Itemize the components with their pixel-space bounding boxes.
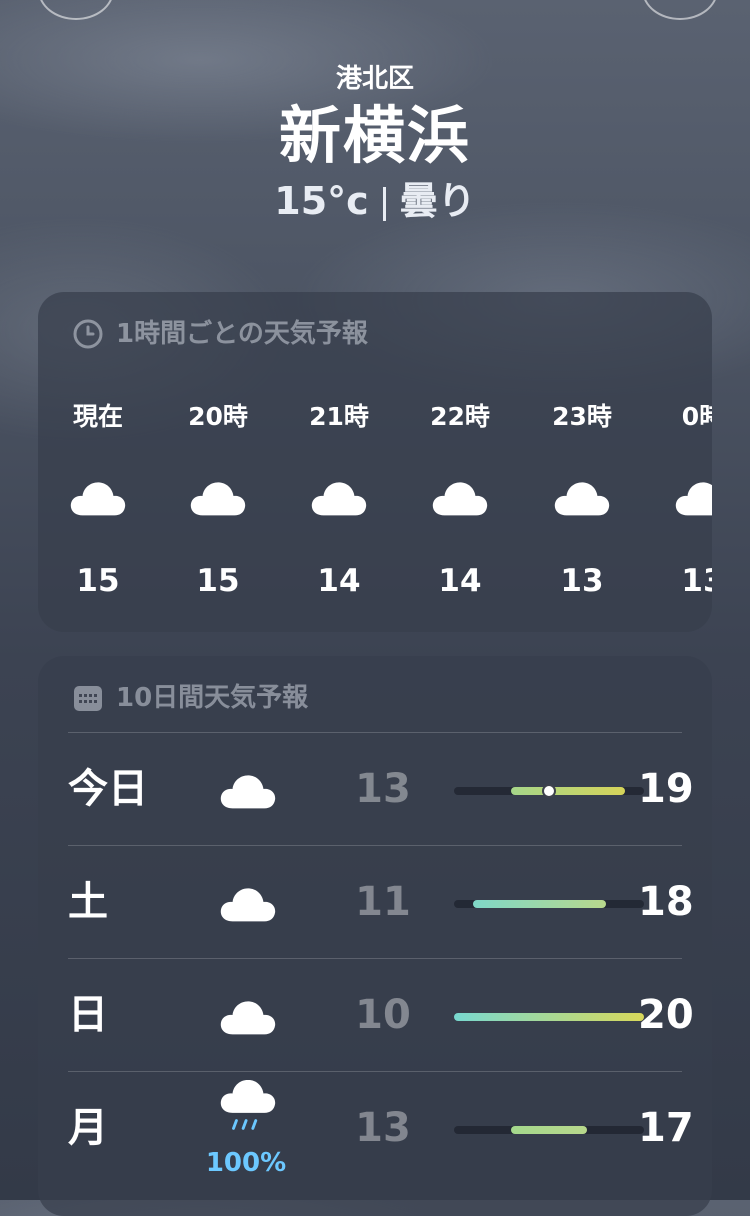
low-temperature: 10 — [355, 992, 411, 1038]
hour-temperature: 14 — [438, 563, 482, 599]
temperature-range-fill — [454, 1013, 644, 1021]
calendar-icon — [74, 686, 102, 711]
hour-label: 0時 — [681, 402, 712, 431]
hour-temperature: 15 — [196, 563, 240, 599]
low-temperature: 11 — [355, 879, 411, 925]
day-label: 月 — [68, 1105, 108, 1151]
daily-forecast-header: 10日間天気予報 — [72, 678, 308, 718]
hour-temperature: 13 — [560, 563, 604, 599]
hour-label: 23時 — [552, 402, 612, 431]
hourly-item: 0時 13 — [643, 392, 712, 606]
current-temperature: 15°c — [274, 179, 369, 223]
hour-label: 現在 — [72, 402, 123, 431]
hour-icon-wrap — [522, 462, 642, 532]
daily-forecast-panel[interactable]: 10日間天気予報 今日 13 19 土 11 18 日 10 20 月 100% 13 17 — [38, 656, 712, 1216]
day-label: 今日 — [68, 766, 148, 812]
location-header: 港北区 新横浜 15°c 曇り — [0, 62, 750, 226]
hour-temperature: 13 — [681, 563, 712, 599]
day-icon-wrap — [218, 991, 278, 1041]
high-temperature: 17 — [638, 1105, 694, 1151]
map-button[interactable] — [38, 0, 114, 20]
rain-cloud-icon — [220, 1080, 276, 1130]
hourly-item: 20時 15 — [158, 392, 278, 606]
hourly-item: 22時 14 — [400, 392, 520, 606]
temperature-range-fill — [511, 787, 625, 795]
hourly-item: 21時 14 — [279, 392, 399, 606]
day-icon-wrap — [218, 878, 278, 928]
hour-icon-wrap — [643, 462, 712, 532]
daily-row[interactable]: 今日 13 19 — [68, 732, 694, 845]
daily-row[interactable]: 月 100% 13 17 — [68, 1071, 694, 1184]
hourly-item: 現在 15 — [38, 392, 158, 606]
cloud-icon — [70, 482, 126, 516]
hourly-list[interactable]: 現在 15 20時 15 21時 14 22時 14 23時 13 0時 13 — [38, 392, 712, 622]
current-temperature-dot — [542, 784, 556, 798]
hour-label: 22時 — [430, 402, 490, 431]
current-condition: 曇り — [399, 179, 476, 223]
temperature-range-bar — [454, 900, 644, 908]
cloud-icon — [311, 482, 367, 516]
daily-row[interactable]: 日 10 20 — [68, 958, 694, 1071]
hour-icon-wrap — [38, 462, 158, 532]
hour-label: 20時 — [188, 402, 248, 431]
day-icon-wrap — [218, 765, 278, 815]
temperature-range-bar — [454, 1013, 644, 1021]
temperature-range-bar — [454, 1126, 644, 1134]
hour-temperature: 14 — [317, 563, 361, 599]
ward-name: 港北区 — [335, 64, 414, 94]
low-temperature: 13 — [355, 1105, 411, 1151]
temperature-range-fill — [511, 1126, 587, 1134]
precipitation-chance: 100% — [205, 1148, 287, 1178]
cloud-icon — [220, 1001, 276, 1035]
low-temperature: 13 — [355, 766, 411, 812]
hourly-forecast-header: 1時間ごとの天気予報 — [72, 314, 368, 354]
hour-icon-wrap — [279, 462, 399, 532]
cloud-icon — [220, 775, 276, 809]
hour-label: 21時 — [309, 402, 369, 431]
hour-icon-wrap — [400, 462, 520, 532]
temperature-range-fill — [473, 900, 606, 908]
day-label: 日 — [68, 992, 108, 1038]
hour-temperature: 15 — [76, 563, 120, 599]
hourly-item: 23時 13 — [522, 392, 642, 606]
list-button[interactable] — [642, 0, 718, 20]
clock-icon — [73, 319, 103, 349]
daily-forecast-title: 10日間天気予報 — [116, 683, 309, 713]
cloud-icon — [554, 482, 610, 516]
hour-icon-wrap — [158, 462, 278, 532]
hourly-forecast-title: 1時間ごとの天気予報 — [116, 319, 368, 349]
high-temperature: 20 — [638, 992, 694, 1038]
cloud-icon — [190, 482, 246, 516]
divider — [382, 186, 386, 221]
current-conditions: 15°c 曇り — [0, 176, 750, 226]
city-name: 新横浜 — [278, 99, 471, 172]
hourly-forecast-panel[interactable]: 1時間ごとの天気予報 現在 15 20時 15 21時 14 22時 14 23時 13 0時 13 — [38, 292, 712, 632]
temperature-range-bar — [454, 784, 644, 798]
cloud-icon — [220, 888, 276, 922]
high-temperature: 18 — [638, 879, 694, 925]
daily-row[interactable]: 土 11 18 — [68, 845, 694, 958]
high-temperature: 19 — [638, 766, 694, 812]
cloud-icon — [675, 482, 712, 516]
day-label: 土 — [68, 879, 108, 925]
cloud-icon — [432, 482, 488, 516]
day-icon-wrap — [218, 1080, 278, 1134]
